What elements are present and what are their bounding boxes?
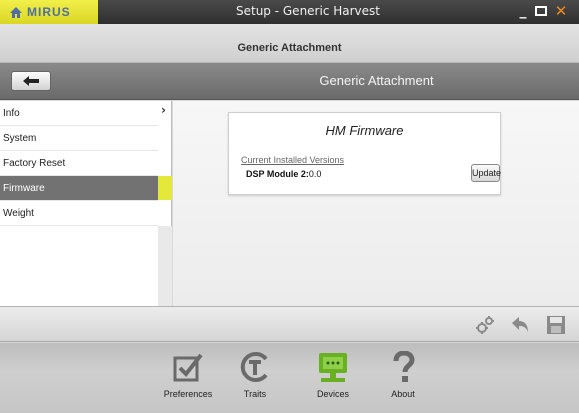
sidebar-item-system[interactable]: System [0, 126, 158, 151]
question-icon [393, 351, 415, 382]
devices-icon [319, 353, 347, 382]
dock-item-about[interactable]: About [373, 351, 433, 399]
save-icon[interactable] [546, 315, 566, 335]
maximize-button[interactable] [534, 3, 548, 19]
bottom-toolbar [0, 306, 579, 342]
dock-item-devices[interactable]: Devices [303, 351, 363, 399]
sidebar: Info System Factory Reset Firmware Weigh… [0, 101, 172, 327]
traits-icon [240, 352, 268, 382]
subheader-title: Generic Attachment [237, 42, 342, 54]
gears-icon[interactable] [475, 315, 495, 335]
checklist-icon [173, 353, 203, 382]
main-content: HM Firmware Current Installed Versions D… [173, 101, 579, 306]
maximize-icon [535, 6, 547, 16]
dock-item-preferences[interactable]: Preferences [158, 351, 218, 399]
installed-versions-link[interactable]: Current Installed Versions [241, 155, 344, 165]
back-button[interactable] [11, 71, 51, 91]
minimize-button[interactable]: _ [516, 3, 530, 19]
card-title: HM Firmware [325, 123, 404, 138]
chevron-right-icon[interactable]: › [161, 103, 166, 117]
dock-label-preferences: Preferences [163, 389, 213, 399]
close-button[interactable]: ✕ [553, 3, 569, 19]
mirus-logo: MIRUS [0, 0, 98, 24]
title-bar: MIRUS Setup - Generic Harvest _ ✕ [0, 0, 579, 24]
window-title: Setup - Generic Harvest [236, 4, 380, 18]
active-item-indicator [158, 176, 172, 200]
back-arrow-icon [23, 76, 39, 86]
sidebar-item-firmware[interactable]: Firmware [0, 176, 158, 201]
firmware-card: HM Firmware Current Installed Versions D… [228, 112, 501, 195]
version-row: DSP Module 2:0.0 [246, 169, 321, 179]
sidebar-item-info[interactable]: Info [0, 101, 158, 126]
dock-item-traits[interactable]: Traits [225, 351, 285, 399]
subheader: Generic Attachment [0, 24, 579, 63]
nav-title: Generic Attachment [319, 73, 434, 88]
sidebar-item-factory-reset[interactable]: Factory Reset [0, 151, 158, 176]
bottom-dock: Preferences Traits Devices About [0, 343, 579, 413]
version-label: DSP Module 2: [246, 169, 309, 179]
sidebar-item-weight[interactable]: Weight [0, 201, 158, 226]
logo-text: MIRUS [27, 5, 71, 19]
dock-label-devices: Devices [316, 389, 349, 399]
home-icon [10, 6, 22, 18]
undo-icon[interactable] [510, 315, 530, 335]
update-button[interactable]: Update [471, 164, 501, 182]
dock-label-traits: Traits [243, 389, 267, 399]
version-value: 0.0 [308, 169, 322, 179]
nav-bar: Generic Attachment [0, 63, 579, 100]
dock-label-about: About [391, 389, 415, 399]
